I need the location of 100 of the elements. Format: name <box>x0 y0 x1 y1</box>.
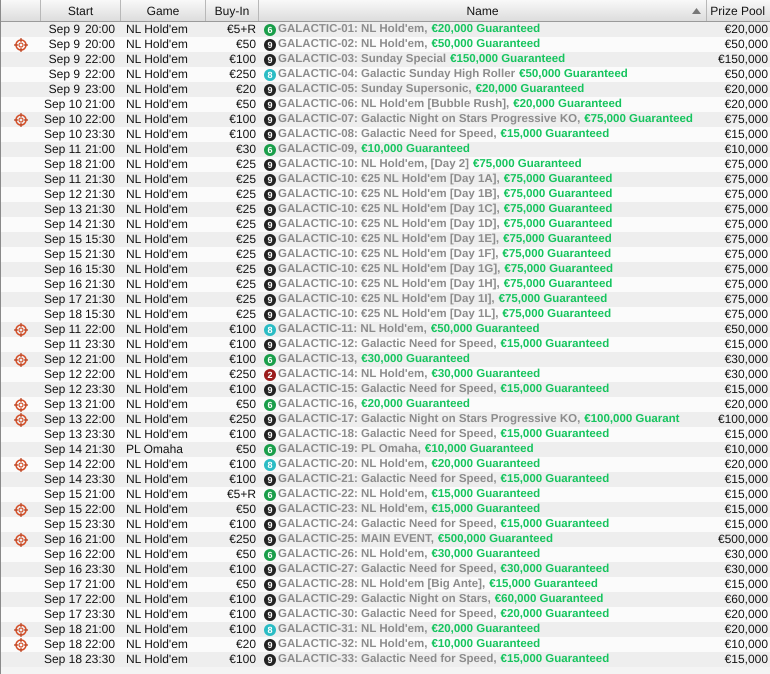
start-date: Sep 13 <box>44 397 80 412</box>
start-time: 23:30 <box>85 607 116 622</box>
table-row[interactable]: Sep 12 21:30 NL Hold'em €25 9 GALACTIC-10: €25 NL Hold'em [Day 1B], €75,000 Guaranteed €75,000 <box>1 187 770 202</box>
buy-in: €50 <box>236 37 256 52</box>
table-row[interactable]: Sep 9 22:00 NL Hold'em €250 8 GALACTIC-04: Galactic Sunday High Roller €50,000 Guaranteed €50,000 <box>1 67 770 82</box>
guarantee: €30,000 Guaranteed <box>361 352 470 367</box>
buy-in: €25 <box>236 172 256 187</box>
table-row[interactable]: Sep 18 21:00 NL Hold'em €25 9 GALACTIC-10: NL Hold'em, [Day 2] €75,000 Guaranteed €75,000 <box>1 157 770 172</box>
table-row[interactable]: Sep 17 21:30 NL Hold'em €25 9 GALACTIC-10: €25 NL Hold'em [Day 1I], €75,000 Guaranteed €75,000 <box>1 292 770 307</box>
table-size-badge: 9 <box>264 128 276 140</box>
game-type: NL Hold'em <box>126 412 188 427</box>
table-row[interactable]: Sep 18 15:30 NL Hold'em €25 9 GALACTIC-10: €25 NL Hold'em [Day 1L], €75,000 Guaranteed €75,000 <box>1 307 770 322</box>
buy-in: €25 <box>236 247 256 262</box>
table-size-badge: 9 <box>264 54 276 66</box>
table-row[interactable]: Sep 11 22:00 NL Hold'em €100 8 GALACTIC-11: NL Hold'em, €50,000 Guaranteed €50,000 <box>1 322 770 337</box>
table-row[interactable]: Sep 13 21:30 NL Hold'em €25 9 GALACTIC-10: €25 NL Hold'em [Day 1C], €75,000 Guaranteed €75,000 <box>1 202 770 217</box>
table-row[interactable]: Sep 9 20:00 NL Hold'em €5+R 6 GALACTIC-01: NL Hold'em, €20,000 Guaranteed €20,000 <box>1 22 770 37</box>
table-row[interactable]: Sep 16 23:30 NL Hold'em €100 9 GALACTIC-27: Galactic Need for Speed, €30,000 Guaranteed €30,000 <box>1 562 770 577</box>
column-header[interactable]: Name <box>259 0 707 21</box>
table-row[interactable]: Sep 16 15:30 NL Hold'em €25 9 GALACTIC-10: €25 NL Hold'em [Day 1G], €75,000 Guaranteed €75,000 <box>1 262 770 277</box>
table-row[interactable]: Sep 18 22:00 NL Hold'em €20 9 GALACTIC-32: NL Hold'em, €10,000 Guaranteed €10,000 <box>1 637 770 652</box>
tournament-name: GALACTIC-10: €25 NL Hold'em [Day 1E], <box>278 232 500 247</box>
table-row[interactable]: Sep 11 23:30 NL Hold'em €100 9 GALACTIC-12: Galactic Need for Speed, €15,000 Guaranteed €15,000 <box>1 337 770 352</box>
table-size-badge: 6 <box>264 354 276 366</box>
table-row[interactable]: Sep 14 22:00 NL Hold'em €100 8 GALACTIC-20: NL Hold'em, €20,000 Guaranteed €20,000 <box>1 457 770 472</box>
guarantee: €150,000 Guaranteed <box>450 52 566 67</box>
tournament-name: GALACTIC-14: NL Hold'em, <box>278 367 428 382</box>
buy-in: €100 <box>229 337 256 352</box>
start-time: 21:30 <box>85 292 116 307</box>
prize-pool: €15,000 <box>724 427 768 442</box>
table-row[interactable]: Sep 10 22:00 NL Hold'em €100 9 GALACTIC-07: Galactic Night on Stars Progressive KO, €75,000 Guaranteed €75,000 <box>1 112 770 127</box>
table-row[interactable]: Sep 9 22:00 NL Hold'em €100 9 GALACTIC-03: Sunday Special €150,000 Guaranteed €150,000 <box>1 52 770 67</box>
table-row[interactable]: Sep 16 21:00 NL Hold'em €250 9 GALACTIC-25: MAIN EVENT, €500,000 Guaranteed €500,000 <box>1 532 770 547</box>
table-row[interactable]: Sep 12 23:30 NL Hold'em €100 9 GALACTIC-15: Galactic Need for Speed, €15,000 Guaranteed €15,000 <box>1 382 770 397</box>
start-date: Sep 16 <box>44 277 80 292</box>
crosshair-icon <box>14 38 28 52</box>
table-row[interactable]: Sep 10 21:00 NL Hold'em €50 9 GALACTIC-06: NL Hold'em [Bubble Rush], €20,000 Guaranteed €20,000 <box>1 97 770 112</box>
buy-in: €100 <box>229 472 256 487</box>
guarantee: €75,000 Guaranteed <box>498 292 608 307</box>
prize-pool: €75,000 <box>724 217 768 232</box>
table-row[interactable]: Sep 14 21:30 PL Omaha €50 6 GALACTIC-19: PL Omaha, €10,000 Guaranteed €10,000 <box>1 442 770 457</box>
game-type: NL Hold'em <box>126 592 188 607</box>
table-row[interactable]: Sep 15 15:30 NL Hold'em €25 9 GALACTIC-10: €25 NL Hold'em [Day 1E], €75,000 Guaranteed €75,000 <box>1 232 770 247</box>
buy-in: €250 <box>229 367 256 382</box>
table-row[interactable]: Sep 18 21:00 NL Hold'em €100 8 GALACTIC-31: NL Hold'em, €20,000 Guaranteed €20,000 <box>1 622 770 637</box>
table-row[interactable]: Sep 11 21:00 NL Hold'em €30 6 GALACTIC-09, €10,000 Guaranteed €10,000 <box>1 142 770 157</box>
table-row[interactable]: Sep 12 22:00 NL Hold'em €250 2 GALACTIC-14: NL Hold'em, €30,000 Guaranteed €30,000 <box>1 367 770 382</box>
buy-in: €50 <box>236 397 256 412</box>
tournament-name: GALACTIC-30: Galactic Need for Speed, <box>278 607 497 622</box>
game-type: NL Hold'em <box>126 502 188 517</box>
column-header[interactable]: Buy-In <box>206 0 259 21</box>
table-row[interactable]: Sep 17 21:00 NL Hold'em €50 9 GALACTIC-28: NL Hold'em [Big Ante], €15,000 Guaranteed €15,000 <box>1 577 770 592</box>
table-size-badge: 9 <box>264 278 276 290</box>
table-row[interactable]: Sep 11 21:30 NL Hold'em €25 9 GALACTIC-10: €25 NL Hold'em [Day 1A], €75,000 Guaranteed €75,000 <box>1 172 770 187</box>
column-header[interactable]: Prize Pool <box>707 0 770 21</box>
guarantee: €30,000 Guaranteed <box>500 562 610 577</box>
table-row[interactable]: Sep 16 22:00 NL Hold'em €50 6 GALACTIC-26: NL Hold'em, €30,000 Guaranteed €30,000 <box>1 547 770 562</box>
tournament-name: GALACTIC-13, <box>278 352 358 367</box>
table-row[interactable]: Sep 15 21:00 NL Hold'em €5+R 6 GALACTIC-22: NL Hold'em, €15,000 Guaranteed €15,000 <box>1 487 770 502</box>
table-row[interactable]: Sep 13 21:00 NL Hold'em €50 6 GALACTIC-16, €20,000 Guaranteed €20,000 <box>1 397 770 412</box>
table-row[interactable]: Sep 16 21:30 NL Hold'em €25 9 GALACTIC-10: €25 NL Hold'em [Day 1H], €75,000 Guaranteed €75,000 <box>1 277 770 292</box>
table-row[interactable]: Sep 9 23:00 NL Hold'em €20 9 GALACTIC-05: Sunday Supersonic, €20,000 Guaranteed €20,000 <box>1 82 770 97</box>
table-row[interactable]: Sep 15 22:00 NL Hold'em €50 9 GALACTIC-23: NL Hold'em, €15,000 Guaranteed €15,000 <box>1 502 770 517</box>
prize-pool: €75,000 <box>724 187 768 202</box>
buy-in: €50 <box>236 502 256 517</box>
start-date: Sep 18 <box>44 622 80 637</box>
sort-arrow-icon <box>692 8 702 14</box>
table-row[interactable]: Sep 15 21:30 NL Hold'em €25 9 GALACTIC-10: €25 NL Hold'em [Day 1F], €75,000 Guaranteed €75,000 <box>1 247 770 262</box>
table-row[interactable]: Sep 17 22:00 NL Hold'em €100 9 GALACTIC-29: Galactic Night on Stars, €60,000 Guaranteed €60,000 <box>1 592 770 607</box>
guarantee: €75,000 Guaranteed <box>584 112 693 127</box>
table-row[interactable]: Sep 13 22:00 NL Hold'em €250 9 GALACTIC-17: Galactic Night on Stars Progressive KO, €100,000 Guarant €100,000 <box>1 412 770 427</box>
prize-pool: €15,000 <box>724 517 768 532</box>
guarantee: €15,000 Guaranteed <box>500 652 610 667</box>
buy-in: €20 <box>236 82 256 97</box>
table-size-badge: 9 <box>264 204 276 216</box>
prize-pool: €20,000 <box>724 622 768 637</box>
column-header[interactable]: Game <box>121 0 206 21</box>
crosshair-icon <box>14 112 28 126</box>
start-time: 22:00 <box>85 322 116 337</box>
start-date: Sep 11 <box>44 172 80 187</box>
buy-in: €50 <box>236 442 256 457</box>
table-row[interactable]: Sep 10 23:30 NL Hold'em €100 9 GALACTIC-08: Galactic Need for Speed, €15,000 Guaranteed €15,000 <box>1 127 770 142</box>
table-size-badge: 9 <box>264 294 276 306</box>
table-row[interactable]: Sep 13 23:30 NL Hold'em €100 9 GALACTIC-18: Galactic Need for Speed, €15,000 Guaranteed €15,000 <box>1 427 770 442</box>
prize-pool: €75,000 <box>724 112 768 127</box>
table-size-badge: 2 <box>264 368 276 380</box>
table-row[interactable]: Sep 14 23:30 NL Hold'em €100 9 GALACTIC-21: Galactic Need for Speed, €15,000 Guaranteed €15,000 <box>1 472 770 487</box>
start-time: 21:30 <box>85 172 116 187</box>
table-row[interactable]: Sep 17 23:30 NL Hold'em €100 9 GALACTIC-30: Galactic Need for Speed, €20,000 Guaranteed €20,000 <box>1 607 770 622</box>
table-row[interactable]: Sep 9 20:00 NL Hold'em €50 9 GALACTIC-02: NL Hold'em, €50,000 Guaranteed €50,000 <box>1 37 770 52</box>
game-type: NL Hold'em <box>126 262 188 277</box>
table-row[interactable]: Sep 12 21:00 NL Hold'em €100 6 GALACTIC-13, €30,000 Guaranteed €30,000 <box>1 352 770 367</box>
table-row[interactable]: Sep 18 23:30 NL Hold'em €100 9 GALACTIC-33: Galactic Need for Speed, €15,000 Guaranteed €15,000 <box>1 652 770 667</box>
game-type: NL Hold'em <box>126 367 188 382</box>
table-row[interactable]: Sep 14 21:30 NL Hold'em €25 9 GALACTIC-10: €25 NL Hold'em [Day 1D], €75,000 Guaranteed €75,000 <box>1 217 770 232</box>
start-time: 15:30 <box>85 307 116 322</box>
tournament-name: GALACTIC-29: Galactic Night on Stars, <box>278 592 491 607</box>
table-row[interactable]: Sep 15 23:30 NL Hold'em €100 9 GALACTIC-24: Galactic Need for Speed, €15,000 Guaranteed €15,000 <box>1 517 770 532</box>
tournament-name: GALACTIC-07: Galactic Night on Stars Progressive KO, <box>278 112 580 127</box>
column-header[interactable]: Start <box>41 0 121 21</box>
